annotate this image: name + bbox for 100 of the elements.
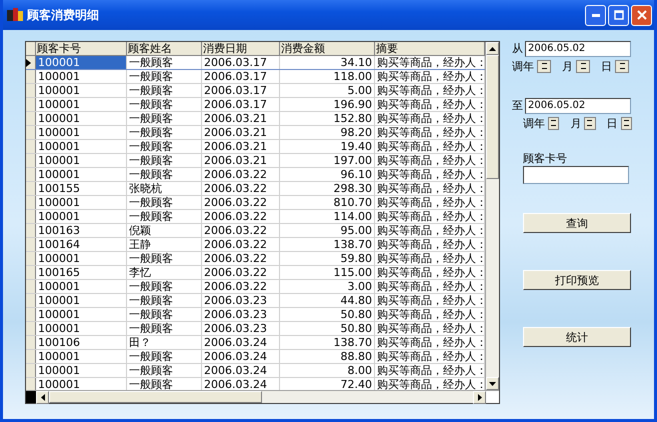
row-pointer-icon [26,58,31,66]
to-label: 至 [512,98,523,113]
table-cell: 100001 [36,350,127,363]
table-row[interactable]: 100001 一般顾客 2006.03.17 118.00 购买等商品，经办人： [26,70,485,84]
table-cell: 2006.03.24 [202,336,280,349]
spin-label: 月 [562,59,573,74]
column-header[interactable]: 顾客卡号 [36,42,127,55]
spin-label: 日 [601,59,612,74]
table-cell: 100001 [36,98,127,111]
table-row[interactable]: 100106 田？ 2006.03.24 138.70 购买等商品，经办人： [26,336,485,350]
table-cell: 2006.03.21 [202,140,280,153]
table-cell: 2006.03.22 [202,182,280,195]
spin-button[interactable] [584,117,596,130]
table-row[interactable]: 100001 一般顾客 2006.03.22 96.10 购买等商品，经办人： [26,168,485,182]
table-row[interactable]: 100001 一般顾客 2006.03.21 197.00 购买等商品，经办人： [26,154,485,168]
window-title: 顾客消费明细 [27,6,99,24]
table-cell: 一般顾客 [127,84,202,97]
action-button[interactable]: 统计 [523,327,631,347]
table-cell: 118.00 [280,70,375,83]
table-row[interactable]: 100001 一般顾客 2006.03.22 810.70 购买等商品，经办人： [26,196,485,210]
table-row[interactable]: 100165 李忆 2006.03.22 115.00 购买等商品，经办人： [26,266,485,280]
spin-label: 调年 [512,59,534,74]
from-date-field[interactable]: 2006.05.02 [525,41,631,57]
table-row[interactable]: 100001 一般顾客 2006.03.21 19.40 购买等商品，经办人： [26,140,485,154]
table-cell: 2006.03.23 [202,308,280,321]
up-arrow-icon [489,46,496,50]
table-cell: 2006.03.22 [202,266,280,279]
table-row[interactable]: 100001 一般顾客 2006.03.21 98.20 购买等商品，经办人： [26,126,485,140]
table-row[interactable]: 100001 一般顾客 2006.03.22 114.00 购买等商品，经办人： [26,210,485,224]
table-cell: 一般顾客 [127,210,202,223]
table-cell: 一般顾客 [127,252,202,265]
column-header[interactable]: 消费金额 [280,42,375,55]
table-cell: 2006.03.17 [202,98,280,111]
table-cell: 100001 [36,154,127,167]
scroll-right-button[interactable] [473,391,486,404]
table-cell: 一般顾客 [127,70,202,83]
maximize-button[interactable] [608,4,629,26]
table-cell: 95.00 [280,224,375,237]
column-header[interactable]: 顾客姓名 [127,42,202,55]
minimize-button[interactable] [585,4,606,26]
table-cell: 100001 [36,112,127,125]
table-cell: 2006.03.21 [202,126,280,139]
table-row[interactable]: 100001 一般顾客 2006.03.24 88.80 购买等商品，经办人： [26,350,485,364]
table-cell: 100001 [36,196,127,209]
spin-button[interactable] [615,60,629,73]
table-cell: 100164 [36,238,127,251]
table-cell: 88.80 [280,350,375,363]
table-cell: 100001 [36,280,127,293]
spin-button[interactable] [620,117,632,130]
table-cell: 田？ [127,336,202,349]
to-date-field[interactable]: 2006.05.02 [525,98,631,114]
table-row[interactable]: 100001 一般顾客 2006.03.23 50.80 购买等商品，经办人： [26,322,485,336]
table-row[interactable]: 100001 一般顾客 2006.03.24 8.00 购买等商品，经办人： [26,364,485,378]
table-row[interactable]: 100163 倪颖 2006.03.22 95.00 购买等商品，经办人： [26,224,485,238]
table-cell: 96.10 [280,168,375,181]
table-row[interactable]: 100001 一般顾客 2006.03.22 59.80 购买等商品，经办人： [26,252,485,266]
table-row[interactable]: 100164 王静 2006.03.22 138.70 购买等商品，经办人： [26,238,485,252]
table-row[interactable]: 100001 一般顾客 2006.03.17 5.00 购买等商品，经办人： [26,84,485,98]
table-cell: 100001 [36,168,127,181]
table-cell: 114.00 [280,210,375,223]
spin-down-icon [587,125,592,128]
app-icon [7,8,23,22]
card-number-field[interactable] [523,166,629,184]
close-button[interactable] [631,4,652,26]
table-row[interactable]: 100155 张晓杭 2006.03.22 298.30 购买等商品，经办人： [26,182,485,196]
table-cell: 59.80 [280,252,375,265]
scroll-thumb[interactable] [49,391,262,403]
table-cell: 44.80 [280,294,375,307]
table-row[interactable]: 100001 一般顾客 2006.03.23 50.80 购买等商品，经办人： [26,308,485,322]
table-row[interactable]: 100001 一般顾客 2006.03.22 3.00 购买等商品，经办人： [26,280,485,294]
table-row[interactable]: 100001 一般顾客 2006.03.17 196.90 购买等商品，经办人： [26,98,485,112]
table-cell: 100001 [36,126,127,139]
table-cell: 100001 [36,364,127,377]
action-button[interactable]: 打印预览 [523,270,631,290]
table-cell: 一般顾客 [127,56,202,69]
spin-down-icon [624,125,629,128]
table-cell: 100001 [36,140,127,153]
table-row[interactable]: 100001 一般顾客 2006.03.21 152.80 购买等商品，经办人： [26,112,485,126]
spin-up-icon [580,62,586,65]
scroll-left-button[interactable] [36,391,49,404]
action-button[interactable]: 查询 [523,213,631,233]
table-row[interactable]: 100001 一般顾客 2006.03.23 44.80 购买等商品，经办人： [26,294,485,308]
table-cell: 138.70 [280,238,375,251]
table-cell: 2006.03.22 [202,238,280,251]
table-cell: 100001 [36,56,127,69]
table-cell: 一般顾客 [127,280,202,293]
scroll-down-button[interactable] [486,377,499,390]
scroll-thumb[interactable] [486,55,499,179]
spin-button[interactable] [576,60,590,73]
spin-button[interactable] [537,60,551,73]
spin-button[interactable] [548,117,560,130]
table-cell: 2006.03.21 [202,154,280,167]
scroll-up-button[interactable] [486,42,499,55]
table-cell: 一般顾客 [127,126,202,139]
spin-down-icon [580,68,586,70]
maximize-icon [614,10,624,20]
table-cell: 一般顾客 [127,168,202,181]
table-cell: 2006.03.24 [202,364,280,377]
table-row[interactable]: 100001 一般顾客 2006.03.17 34.10 购买等商品，经办人： [26,56,485,70]
column-header[interactable]: 消费日期 [202,42,280,55]
